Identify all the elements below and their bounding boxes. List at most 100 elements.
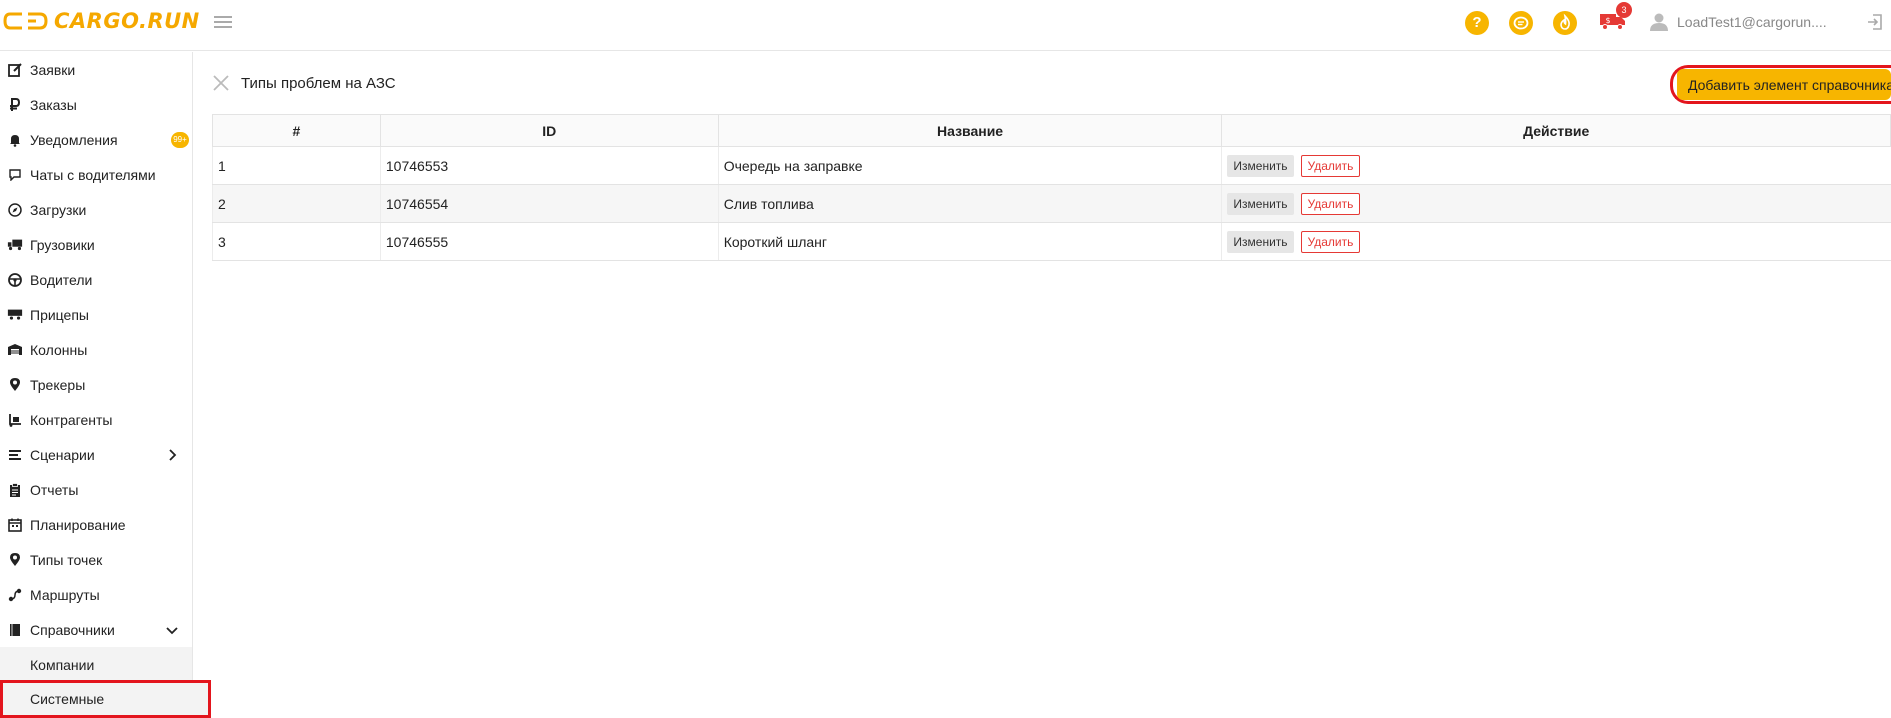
- truck-icon: [7, 237, 23, 253]
- sidebar-item-label: Типы точек: [30, 551, 103, 568]
- logo[interactable]: CARGO.RUN: [2, 9, 200, 33]
- truck-alerts-badge: 3: [1616, 2, 1632, 18]
- chat-icon[interactable]: [1509, 11, 1533, 35]
- edit-icon: [7, 62, 23, 78]
- warehouse-icon: [7, 342, 23, 358]
- sidebar-item-label: Колонны: [30, 341, 88, 358]
- sidebar-item-trucks[interactable]: Грузовики: [0, 227, 192, 262]
- svg-text:$: $: [1605, 16, 1610, 25]
- notifications-badge: 99+: [171, 131, 189, 148]
- sidebar-item-planning[interactable]: Планирование: [0, 507, 192, 542]
- cell-actions: Изменить Удалить: [1221, 146, 1891, 185]
- sidebar-item-label: Грузовики: [30, 236, 95, 253]
- delete-button[interactable]: Удалить: [1300, 230, 1361, 253]
- sidebar: Заявки Заказы Уведомления 99+ Чаты с вод…: [0, 52, 211, 718]
- page-title: Типы проблем на АЗС: [241, 75, 396, 92]
- sidebar-item-driver-chats[interactable]: Чаты с водителями: [0, 157, 192, 192]
- cell-name: Очередь на заправке: [717, 146, 1222, 185]
- calendar-icon: [7, 517, 23, 533]
- logo-mark-icon: [3, 12, 48, 30]
- sidebar-item-counterparties[interactable]: Контрагенты: [0, 402, 192, 437]
- chevron-down-icon[interactable]: [166, 624, 178, 636]
- column-header-number[interactable]: #: [212, 114, 381, 147]
- sidebar-item-reports[interactable]: Отчеты: [0, 472, 192, 507]
- sidebar-item-scenarios[interactable]: Сценарии: [0, 437, 192, 472]
- top-header: CARGO.RUN ? $ 3 LoadTest1@cargorun....: [0, 0, 1891, 51]
- column-header-id[interactable]: ID: [379, 114, 719, 147]
- sidebar-item-label: Заказы: [30, 96, 77, 113]
- sidebar-item-orders[interactable]: Заказы: [0, 87, 192, 122]
- cell-id: 10746554: [379, 184, 719, 223]
- logout-icon[interactable]: [1866, 13, 1884, 31]
- trailer-icon: [7, 307, 23, 323]
- sidebar-item-label: Прицепы: [30, 306, 89, 323]
- menu-toggle-button[interactable]: [214, 13, 232, 29]
- cell-number: 1: [212, 146, 381, 185]
- fire-icon[interactable]: [1553, 11, 1577, 35]
- sidebar-item-notifications[interactable]: Уведомления 99+: [0, 122, 192, 157]
- sidebar-item-label: Справочники: [30, 621, 115, 638]
- sidebar-item-loads[interactable]: Загрузки: [0, 192, 192, 227]
- sidebar-subitem-label: Компании: [30, 656, 95, 673]
- logo-text: CARGO.RUN: [54, 9, 200, 33]
- delete-button[interactable]: Удалить: [1300, 154, 1361, 177]
- sidebar-item-routes[interactable]: Маршруты: [0, 577, 192, 612]
- cell-name: Короткий шланг: [717, 222, 1222, 261]
- close-icon[interactable]: [212, 74, 230, 92]
- sidebar-item-drivers[interactable]: Водители: [0, 262, 192, 297]
- chevron-right-icon[interactable]: [166, 448, 178, 461]
- help-icon[interactable]: ?: [1465, 11, 1489, 35]
- cell-id: 10746553: [379, 146, 719, 185]
- sidebar-subitem-companies[interactable]: Компании: [0, 647, 192, 682]
- sidebar-item-requests[interactable]: Заявки: [0, 52, 192, 87]
- book-icon: [7, 622, 23, 638]
- sidebar-item-point-types[interactable]: Типы точек: [0, 542, 192, 577]
- sidebar-subitem-label: Системные: [30, 691, 105, 707]
- cell-id: 10746555: [379, 222, 719, 261]
- flame-glyph: [1560, 13, 1570, 30]
- sidebar-item-directories[interactable]: Справочники: [0, 612, 192, 647]
- sidebar-item-label: Планирование: [30, 516, 126, 533]
- steering-wheel-icon: [7, 272, 23, 288]
- sidebar-item-trailers[interactable]: Прицепы: [0, 297, 192, 332]
- delete-button[interactable]: Удалить: [1300, 192, 1361, 215]
- directory-table: # ID Название Действие 1 10746553 Очеред…: [212, 114, 1891, 261]
- sidebar-item-label: Уведомления: [30, 131, 118, 148]
- column-header-action: Действие: [1221, 114, 1891, 147]
- sidebar-item-trackers[interactable]: Трекеры: [0, 367, 192, 402]
- cell-number: 2: [212, 184, 381, 223]
- map-pin-icon: [7, 552, 23, 568]
- sidebar-item-label: Заявки: [30, 61, 76, 78]
- add-directory-item-button-highlight: Добавить элемент справочника: [1670, 65, 1891, 104]
- sidebar-item-label: Маршруты: [30, 586, 100, 603]
- list-icon: [7, 447, 23, 463]
- sidebar-item-label: Трекеры: [30, 376, 86, 393]
- ruble-icon: [7, 97, 23, 113]
- chat-bubble-icon: [7, 167, 23, 183]
- map-pin-icon: [7, 377, 23, 393]
- chat-bubble-glyph: [1513, 16, 1529, 30]
- compass-icon: [7, 202, 23, 218]
- sidebar-item-label: Сценарии: [30, 446, 95, 463]
- user-avatar-icon[interactable]: [1649, 12, 1669, 32]
- edit-button[interactable]: Изменить: [1227, 192, 1294, 215]
- user-name[interactable]: LoadTest1@cargorun....: [1677, 14, 1827, 30]
- table-header-row: # ID Название Действие: [212, 114, 1891, 147]
- table-row: 1 10746553 Очередь на заправке Изменить У…: [212, 146, 1891, 185]
- column-header-name[interactable]: Название: [717, 114, 1223, 147]
- cell-number: 3: [212, 222, 381, 261]
- cell-name: Слив топлива: [717, 184, 1222, 223]
- dolly-icon: [7, 412, 23, 428]
- cell-actions: Изменить Удалить: [1221, 184, 1891, 223]
- sidebar-subitem-system[interactable]: Системные: [0, 680, 211, 718]
- add-directory-item-button[interactable]: Добавить элемент справочника: [1677, 69, 1891, 100]
- table-row: 2 10746554 Слив топлива Изменить Удалить: [212, 184, 1891, 223]
- sidebar-item-label: Контрагенты: [30, 411, 113, 428]
- clipboard-icon: [7, 482, 23, 498]
- cell-actions: Изменить Удалить: [1221, 222, 1891, 261]
- sidebar-item-convoys[interactable]: Колонны: [0, 332, 192, 367]
- sidebar-item-label: Водители: [30, 271, 93, 288]
- edit-button[interactable]: Изменить: [1227, 154, 1294, 177]
- edit-button[interactable]: Изменить: [1227, 230, 1294, 253]
- sidebar-item-label: Отчеты: [30, 481, 79, 498]
